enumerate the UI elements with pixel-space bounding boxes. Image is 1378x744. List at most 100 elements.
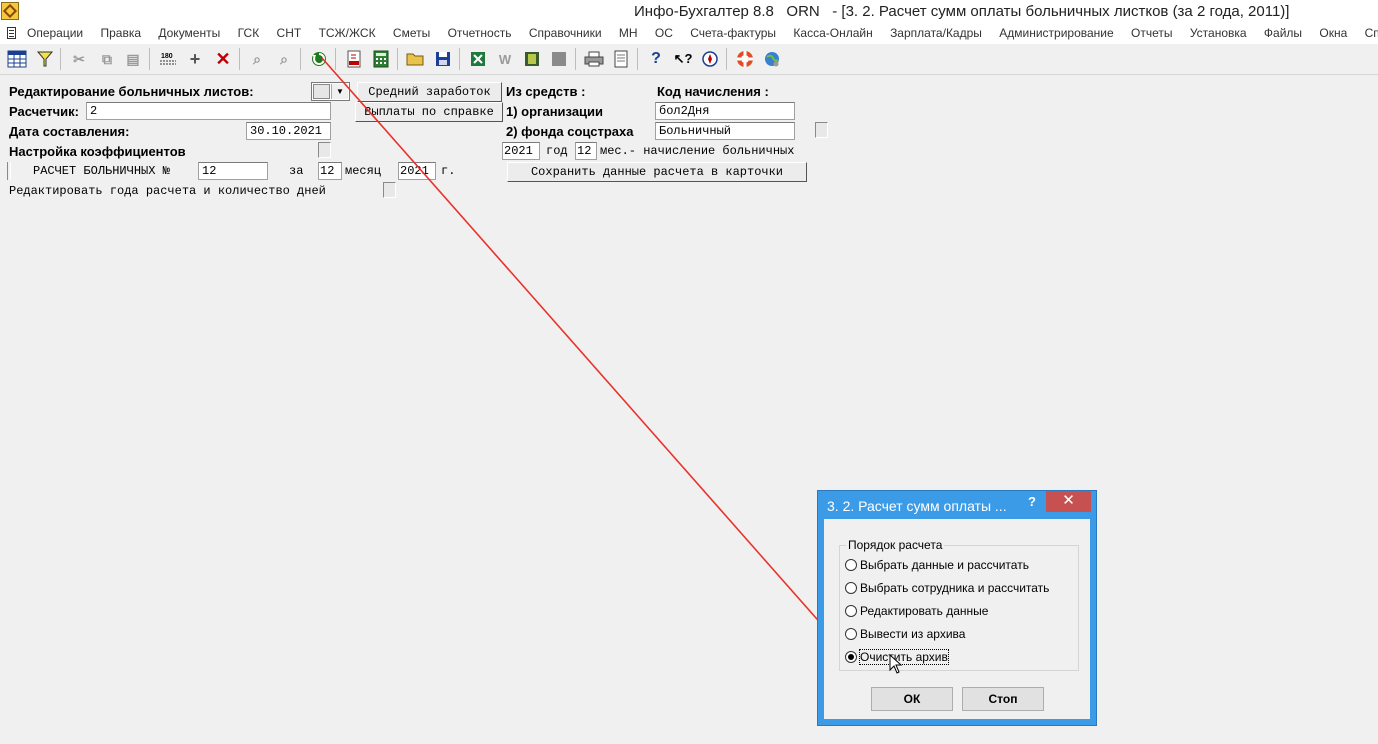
paste-icon[interactable]: ▤	[122, 48, 144, 70]
stop-button[interactable]: Стоп	[962, 687, 1044, 711]
toolbar-separator	[726, 48, 727, 70]
calculation-dialog: 3. 2. Расчет сумм оплаты ... ? ✕ Порядок…	[817, 490, 1097, 726]
toolbar-separator	[300, 48, 301, 70]
option-edit-data[interactable]: Редактировать данные	[845, 602, 988, 620]
date-field[interactable]: 30.10.2021	[246, 122, 331, 140]
social-fund-code-field[interactable]: Больничный	[655, 122, 795, 140]
compass-icon[interactable]	[699, 48, 721, 70]
menu-cash-online[interactable]: Касса-Онлайн	[793, 26, 872, 40]
organization-code-field[interactable]: бол2Дня	[655, 102, 795, 120]
mouse-cursor-icon	[889, 654, 903, 674]
dialog-close-button[interactable]: ✕	[1046, 491, 1091, 512]
month-field[interactable]: 12	[318, 162, 342, 180]
open-folder-icon[interactable]	[405, 48, 427, 70]
menu-admin[interactable]: Администрирование	[999, 26, 1113, 40]
blank-icon[interactable]	[548, 48, 570, 70]
menu-operations[interactable]: Операции	[27, 26, 83, 40]
menu-items: Операции Правка Документы ГСК СНТ ТСЖ/ЖС…	[27, 26, 1378, 40]
menu-edit[interactable]: Правка	[100, 26, 141, 40]
app-logo-icon[interactable]	[1, 2, 19, 20]
document-menu-icon[interactable]	[7, 27, 16, 39]
menu-help[interactable]: Справка	[1365, 26, 1378, 40]
archive-icon[interactable]	[521, 48, 543, 70]
toolbar-separator	[575, 48, 576, 70]
ok-button[interactable]: ОК	[871, 687, 953, 711]
calculator-field[interactable]: 2	[86, 102, 331, 120]
coefficients-checkbox[interactable]	[318, 142, 331, 158]
year-field[interactable]: 2021	[398, 162, 436, 180]
option-select-employee-and-calc[interactable]: Выбрать сотрудника и рассчитать	[845, 579, 1049, 597]
menu-settings[interactable]: Установка	[1190, 26, 1247, 40]
dialog-title: 3. 2. Расчет сумм оплаты ...	[827, 498, 1007, 514]
delete-icon[interactable]: ✕	[212, 48, 234, 70]
month-label: месяц	[345, 164, 382, 178]
print-icon[interactable]	[583, 48, 605, 70]
menu-os[interactable]: ОС	[655, 26, 673, 40]
sick-calc-number-field[interactable]: 12	[198, 162, 268, 180]
toolbar-separator	[397, 48, 398, 70]
social-fund-checkbox[interactable]	[815, 122, 828, 138]
menu-bar: Операции Правка Документы ГСК СНТ ТСЖ/ЖС…	[0, 24, 1378, 44]
period-months-field[interactable]: 12	[575, 142, 597, 160]
filter-icon[interactable]	[34, 48, 56, 70]
certificate-payments-button[interactable]: Выплаты по справке	[355, 102, 503, 122]
option-label: Вывести из архива	[860, 627, 966, 641]
chevron-down-icon[interactable]: ▼	[331, 84, 348, 99]
radio-button[interactable]	[845, 628, 857, 640]
cut-icon[interactable]: ✂	[68, 48, 90, 70]
organization-label: 1) организации	[506, 104, 604, 119]
refresh-icon[interactable]	[308, 48, 330, 70]
copy-icon[interactable]: ⧉	[96, 48, 118, 70]
menu-windows[interactable]: Окна	[1319, 26, 1347, 40]
menu-salary[interactable]: Зарплата/Кадры	[890, 26, 982, 40]
period-year-field[interactable]: 2021	[502, 142, 540, 160]
find-icon[interactable]: ⌕	[246, 48, 268, 70]
lifebuoy-icon[interactable]	[734, 48, 756, 70]
edit-years-label: Редактировать года расчета и количество …	[9, 184, 326, 198]
edit-years-checkbox[interactable]	[383, 182, 396, 198]
menu-mn[interactable]: МН	[619, 26, 638, 40]
calculation-order-label: Порядок расчета	[846, 538, 945, 552]
menu-reports[interactable]: Отчеты	[1131, 26, 1172, 40]
add-icon[interactable]: +	[184, 48, 206, 70]
word-icon[interactable]: W	[494, 48, 516, 70]
menu-snt[interactable]: СНТ	[277, 26, 302, 40]
option-label: Выбрать данные и рассчитать	[860, 558, 1029, 572]
table-icon[interactable]	[6, 48, 28, 70]
edit-mode-select[interactable]: ▼	[311, 82, 350, 101]
menu-documents[interactable]: Документы	[158, 26, 220, 40]
menu-invoices[interactable]: Счета-фактуры	[690, 26, 776, 40]
toolbar: ✂ ⧉ ▤ 180 + ✕ ⌕ ⌕ W ? ↖?	[0, 44, 1378, 75]
number-icon[interactable]: 180	[157, 48, 179, 70]
save-icon[interactable]	[432, 48, 454, 70]
coefficients-label: Настройка коэффициентов	[9, 144, 186, 159]
svg-text:180: 180	[161, 53, 173, 60]
average-earnings-button[interactable]: Средний заработок	[357, 82, 502, 102]
title-bar: Инфо-Бухгалтер 8.8 ORN - [3. 2. Расчет с…	[0, 0, 1378, 24]
menu-estimates[interactable]: Сметы	[393, 26, 430, 40]
globe-icon[interactable]	[761, 48, 783, 70]
option-restore-from-archive[interactable]: Вывести из архива	[845, 625, 965, 643]
radio-button-selected[interactable]	[845, 651, 857, 663]
preview-icon[interactable]	[610, 48, 632, 70]
pdf-icon[interactable]	[343, 48, 365, 70]
calculator-icon[interactable]	[370, 48, 392, 70]
context-help-icon[interactable]: ↖?	[672, 48, 694, 70]
dialog-help-button[interactable]: ?	[1028, 494, 1036, 509]
date-label: Дата составления:	[9, 124, 130, 139]
menu-directories[interactable]: Справочники	[529, 26, 602, 40]
help-icon[interactable]: ?	[645, 48, 667, 70]
calculator-label: Расчетчик:	[9, 104, 79, 119]
find-next-icon[interactable]: ⌕	[273, 48, 295, 70]
radio-button[interactable]	[845, 582, 857, 594]
option-select-and-calc[interactable]: Выбрать данные и рассчитать	[845, 556, 1029, 574]
radio-button[interactable]	[845, 559, 857, 571]
save-to-cards-button[interactable]: Сохранить данные расчета в карточки	[507, 162, 807, 182]
radio-button[interactable]	[845, 605, 857, 617]
menu-tszh[interactable]: ТСЖ/ЖСК	[319, 26, 376, 40]
year-suffix-label: г.	[441, 164, 456, 178]
menu-gsk[interactable]: ГСК	[238, 26, 260, 40]
menu-reporting[interactable]: Отчетность	[448, 26, 512, 40]
excel-icon[interactable]	[467, 48, 489, 70]
menu-files[interactable]: Файлы	[1264, 26, 1302, 40]
